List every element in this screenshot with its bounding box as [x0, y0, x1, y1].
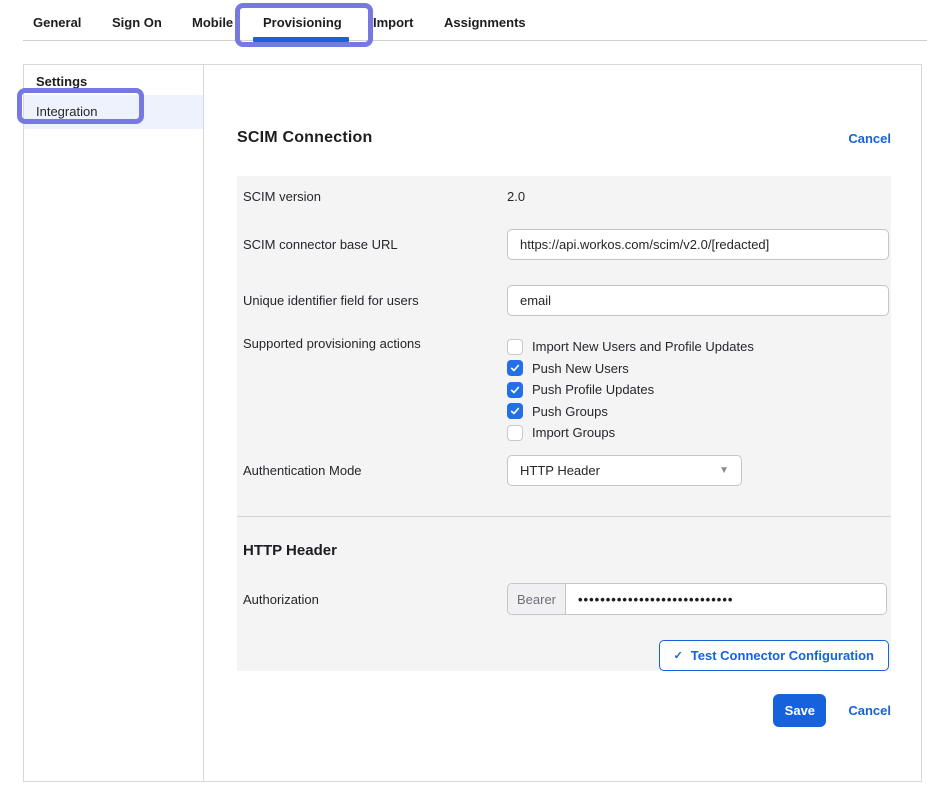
push-new-users-checkbox[interactable] — [507, 360, 523, 376]
tab-provisioning[interactable]: Provisioning — [263, 15, 342, 30]
unique-id-label: Unique identifier field for users — [243, 293, 507, 308]
tab-import[interactable]: Import — [373, 15, 413, 30]
app-tabs: General Sign On Mobile Provisioning Impo… — [0, 0, 935, 40]
sidebar-item-integration[interactable]: Integration — [24, 95, 203, 129]
authorization-input-group: Bearer — [507, 583, 887, 615]
form-header: SCIM Connection Cancel — [237, 129, 891, 147]
bearer-token-input[interactable] — [566, 584, 886, 614]
scim-connection-section: SCIM version 2.0 SCIM connector base URL… — [237, 176, 891, 516]
checkbox-row: Import New Users and Profile Updates — [507, 336, 889, 358]
import-new-users-checkbox[interactable] — [507, 339, 523, 355]
check-icon — [510, 406, 520, 416]
auth-mode-select[interactable]: HTTP Header ▼ — [507, 455, 742, 486]
checkbox-row: Push New Users — [507, 358, 889, 380]
chevron-down-icon: ▼ — [719, 456, 729, 485]
provisioning-actions-row: Supported provisioning actions Import Ne… — [243, 328, 889, 448]
sidebar-header: Settings — [24, 65, 203, 95]
cancel-link-top[interactable]: Cancel — [848, 131, 891, 146]
checkbox-row: Import Groups — [507, 422, 889, 444]
checkbox-label: Push Groups — [532, 404, 608, 419]
form-actions: Save Cancel — [237, 694, 891, 727]
auth-mode-row: Authentication Mode HTTP Header ▼ — [243, 448, 889, 516]
test-connector-label: Test Connector Configuration — [691, 648, 874, 663]
settings-panel: Settings Integration SCIM Connection Can… — [23, 64, 922, 782]
scim-version-label: SCIM version — [243, 189, 507, 204]
tab-mobile[interactable]: Mobile — [192, 15, 233, 30]
checkbox-label: Push Profile Updates — [532, 382, 654, 397]
sidebar-item-label: Integration — [36, 104, 97, 119]
base-url-label: SCIM connector base URL — [243, 237, 507, 252]
check-icon — [510, 385, 520, 395]
test-connector-button[interactable]: ✓ Test Connector Configuration — [659, 640, 889, 671]
scim-version-value: 2.0 — [507, 189, 525, 204]
http-header-title: HTTP Header — [243, 517, 889, 558]
main-content: SCIM Connection Cancel SCIM version 2.0 … — [204, 65, 921, 781]
bearer-prefix: Bearer — [508, 584, 566, 614]
save-button[interactable]: Save — [773, 694, 826, 727]
http-header-section: HTTP Header Authorization Bearer ✓ Test … — [237, 516, 891, 671]
tab-general[interactable]: General — [33, 15, 81, 30]
checkbox-label: Import Groups — [532, 425, 615, 440]
sidebar: Settings Integration — [24, 65, 204, 781]
checkbox-label: Push New Users — [532, 361, 629, 376]
checkbox-row: Push Groups — [507, 401, 889, 423]
provisioning-actions-label: Supported provisioning actions — [243, 336, 507, 448]
scim-version-row: SCIM version 2.0 — [243, 176, 889, 216]
check-icon — [510, 363, 520, 373]
base-url-input[interactable] — [507, 229, 889, 260]
test-connector-row: ✓ Test Connector Configuration — [243, 640, 889, 671]
active-tab-underline — [253, 37, 349, 42]
auth-mode-selected-value: HTTP Header — [520, 463, 600, 478]
unique-id-row: Unique identifier field for users — [243, 272, 889, 328]
nav-divider — [23, 40, 927, 41]
page-title: SCIM Connection — [237, 129, 372, 147]
checkbox-label: Import New Users and Profile Updates — [532, 339, 754, 354]
authorization-row: Authorization Bearer — [243, 583, 889, 615]
tab-assignments[interactable]: Assignments — [444, 15, 526, 30]
import-groups-checkbox[interactable] — [507, 425, 523, 441]
auth-mode-label: Authentication Mode — [243, 455, 507, 516]
checkbox-row: Push Profile Updates — [507, 379, 889, 401]
unique-id-input[interactable] — [507, 285, 889, 316]
push-profile-updates-checkbox[interactable] — [507, 382, 523, 398]
base-url-row: SCIM connector base URL — [243, 216, 889, 272]
authorization-label: Authorization — [243, 592, 507, 607]
push-groups-checkbox[interactable] — [507, 403, 523, 419]
cancel-link-bottom[interactable]: Cancel — [848, 703, 891, 718]
check-icon: ✓ — [674, 649, 683, 662]
tab-sign-on[interactable]: Sign On — [112, 15, 162, 30]
provisioning-actions-list: Import New Users and Profile Updates Pus… — [507, 336, 889, 448]
